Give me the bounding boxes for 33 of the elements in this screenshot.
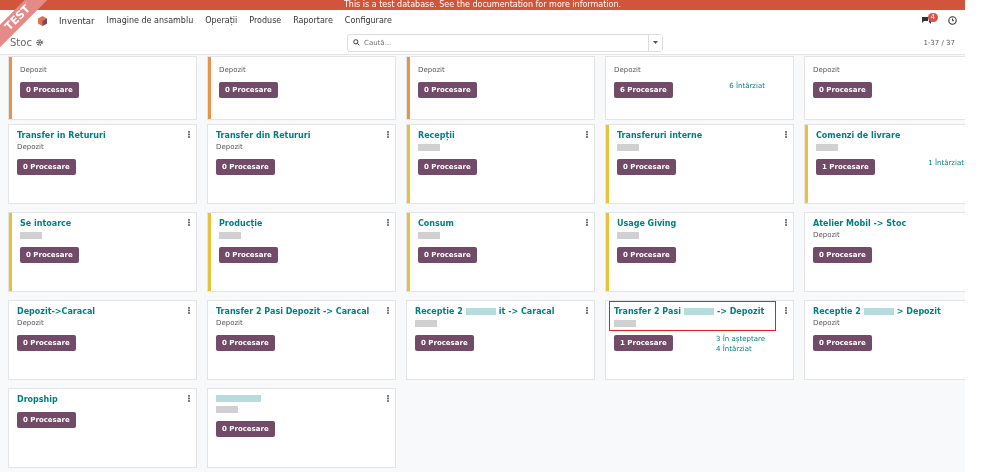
card-title[interactable]: Usage Giving xyxy=(617,219,677,228)
card-title[interactable]: Transfer 2 Pasi Depozit -> Caracal xyxy=(216,307,370,316)
menu-item[interactable]: Produse xyxy=(249,16,282,26)
card-title[interactable]: Transfer 2 Pasi xyxy=(614,307,681,316)
card-title[interactable]: Recepții xyxy=(418,131,455,140)
card-title[interactable]: Transfer in Retururi xyxy=(17,131,106,140)
menu-item[interactable]: Operații xyxy=(205,16,238,26)
card-title[interactable]: Comenzi de livrare xyxy=(816,131,901,140)
card-title[interactable]: Producție xyxy=(219,219,263,228)
card-title[interactable]: Receptie 2 xyxy=(415,307,463,316)
card-title[interactable]: > Depozit xyxy=(896,307,941,316)
search-icon xyxy=(353,39,360,47)
card-title[interactable]: Atelier Mobil -> Stoc xyxy=(813,219,907,228)
card-title[interactable]: -> Depozit xyxy=(716,307,765,316)
card-title[interactable]: Receptie 2 xyxy=(813,307,861,316)
settings-icon[interactable] xyxy=(35,39,43,47)
menu-item[interactable]: Configurare xyxy=(344,16,392,26)
clock-icon[interactable] xyxy=(948,16,957,26)
card-title[interactable]: Depozit->Caracal xyxy=(17,307,96,316)
card-title[interactable]: Transferuri interne xyxy=(617,131,703,140)
card-title[interactable]: it -> Caracal xyxy=(498,307,555,316)
caret-icon xyxy=(653,41,658,45)
chat-icon[interactable] xyxy=(920,16,931,26)
search-options-toggle[interactable] xyxy=(648,34,662,51)
menu-item[interactable]: Raportare xyxy=(293,16,333,26)
breadcrumb[interactable]: Stoc xyxy=(10,37,32,49)
card-title[interactable]: Transfer din Retururi xyxy=(216,131,311,140)
app-name[interactable]: Inventar xyxy=(59,15,95,26)
hexagon-logo-icon xyxy=(38,15,47,26)
menu-item[interactable]: Imagine de ansamblu xyxy=(106,16,194,26)
card-title[interactable]: Dropship xyxy=(17,395,58,404)
card-title[interactable]: Se intoarce xyxy=(20,219,72,228)
card-title[interactable]: Consum xyxy=(418,219,454,228)
